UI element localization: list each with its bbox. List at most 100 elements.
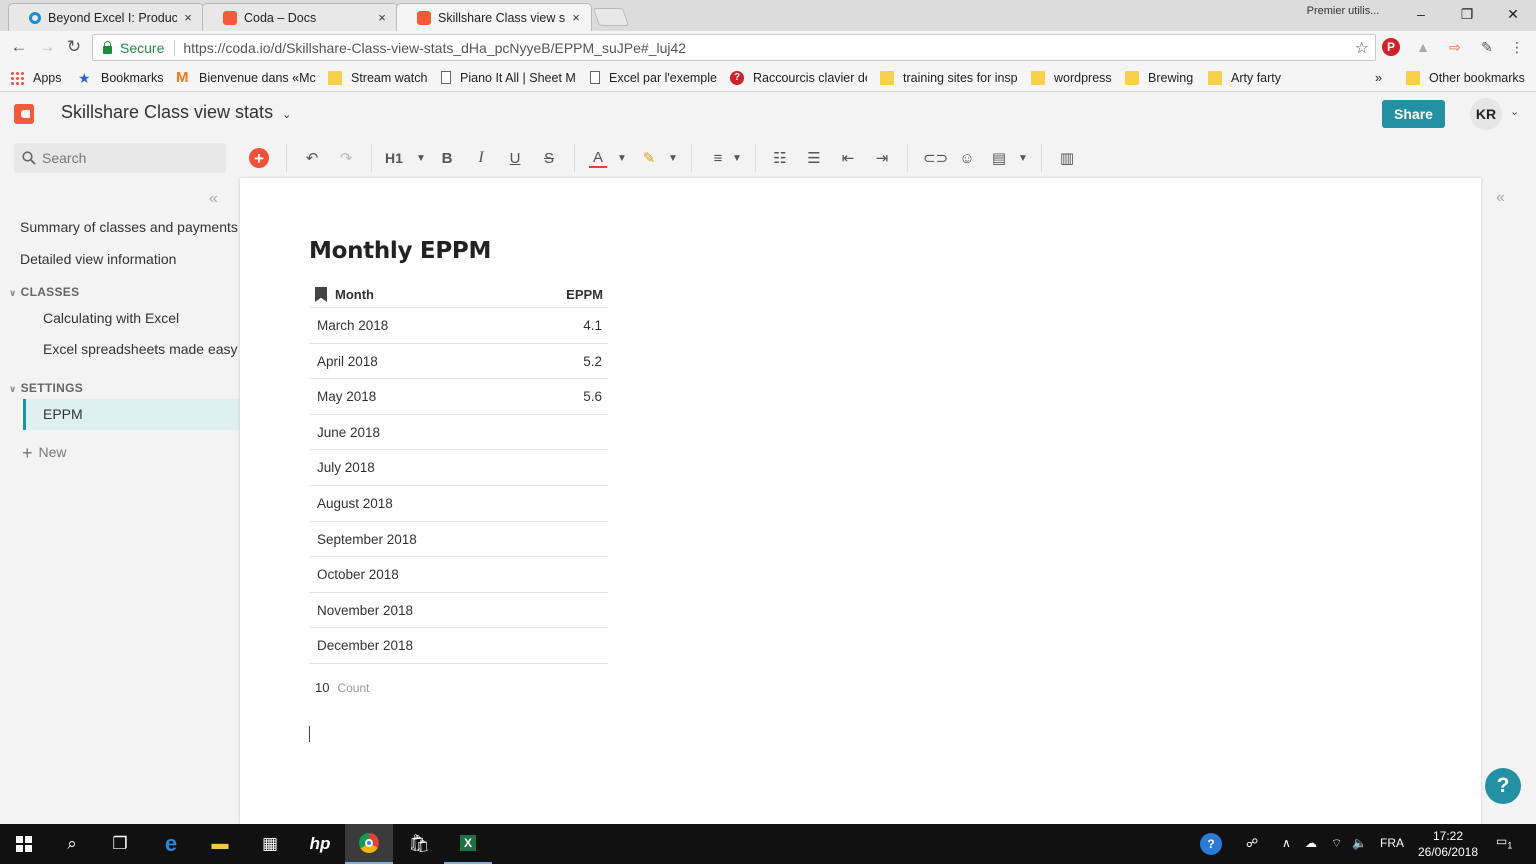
cell-eppm[interactable]: 5.6	[583, 389, 602, 404]
cell-month[interactable]: April 2018	[317, 354, 378, 369]
doc-title[interactable]: Skillshare Class view stats ⌄	[61, 102, 291, 123]
table-row[interactable]: October 2018	[309, 557, 608, 593]
bookmark-training-sites[interactable]: training sites for insp	[880, 69, 1018, 86]
comment-icon[interactable]: ▤	[990, 148, 1008, 168]
people-icon[interactable]: ☍	[1246, 836, 1258, 850]
evernote-icon[interactable]: ✎	[1478, 38, 1496, 56]
indent-icon[interactable]: ⇥	[873, 148, 891, 168]
calculator-icon[interactable]: ▦	[246, 824, 294, 864]
table-row[interactable]: May 2018 5.6	[309, 379, 608, 415]
redo-icon[interactable]: ↷	[337, 148, 355, 168]
bookmark-apps[interactable]: Apps	[10, 69, 62, 86]
avatar[interactable]: KR	[1470, 98, 1502, 130]
onedrive-icon[interactable]: ☁	[1305, 836, 1317, 850]
bookmark-excel-exemple[interactable]: Excel par l'exemple	[590, 69, 717, 86]
cell-month[interactable]: June 2018	[317, 425, 380, 440]
bookmark-icon[interactable]	[315, 287, 327, 302]
wifi-icon[interactable]: ⌔	[1331, 836, 1342, 851]
coda-logo-icon[interactable]	[14, 104, 34, 124]
bookmark-raccourcis[interactable]: ? Raccourcis clavier de	[730, 69, 867, 86]
bookmarks-overflow-chevron[interactable]: »	[1375, 69, 1382, 86]
windows-start-icon[interactable]	[0, 824, 48, 864]
search-icon[interactable]: ⌕	[48, 824, 96, 864]
chevron-down-icon[interactable]: ⌄	[1510, 105, 1519, 118]
browser-tab-coda-docs[interactable]: Coda – Docs ×	[202, 3, 398, 31]
collapse-right-panel-icon[interactable]: «	[1496, 189, 1505, 207]
bookmark-stream-watch[interactable]: Stream watch	[328, 69, 427, 86]
new-section-button[interactable]: + New	[22, 443, 67, 464]
bookmark-bienvenue[interactable]: M Bienvenue dans «Mc	[176, 69, 316, 86]
underline-icon[interactable]: U	[506, 148, 524, 168]
profile-label[interactable]: Premier utilis...	[1296, 5, 1390, 21]
extension-arrow-icon[interactable]: ⇨	[1446, 38, 1464, 56]
address-bar[interactable]: Secure https://coda.io/d/Skillshare-Clas…	[92, 34, 1376, 61]
bookmark-piano[interactable]: Piano It All | Sheet M	[441, 69, 576, 86]
bookmark-arty-farty[interactable]: Arty farty	[1208, 69, 1281, 86]
table-row[interactable]: December 2018	[309, 628, 608, 664]
cell-eppm[interactable]: 4.1	[583, 318, 602, 333]
notifications-icon[interactable]: ▭1	[1496, 834, 1512, 850]
tab-close-icon[interactable]: ×	[181, 10, 195, 25]
page-title[interactable]: Monthly EPPM	[309, 238, 491, 264]
url-text[interactable]: https://coda.io/d/Skillshare-Class-view-…	[183, 40, 686, 56]
undo-icon[interactable]: ↶	[303, 148, 321, 168]
emoji-icon[interactable]: ☺	[958, 148, 976, 168]
store-icon[interactable]: 🛍	[395, 824, 443, 864]
help-button[interactable]: ?	[1485, 768, 1521, 804]
cell-month[interactable]: December 2018	[317, 638, 413, 653]
chevron-up-icon[interactable]: ∧	[1282, 836, 1291, 850]
chrome-menu-icon[interactable]: ⋮	[1508, 38, 1526, 56]
outdent-icon[interactable]: ⇤	[839, 148, 857, 168]
table-row[interactable]: November 2018	[309, 593, 608, 629]
heading-button[interactable]: H1	[385, 148, 403, 168]
close-window-button[interactable]: ✕	[1490, 0, 1536, 28]
chevron-down-icon[interactable]: ▼	[664, 148, 682, 168]
cell-month[interactable]: October 2018	[317, 567, 399, 582]
table-footer[interactable]: 10 Count	[315, 680, 370, 695]
cell-month[interactable]: March 2018	[317, 318, 388, 333]
chevron-down-icon[interactable]: ▼	[613, 148, 631, 168]
highlight-icon[interactable]: ✎	[640, 148, 658, 168]
excel-icon[interactable]: X	[444, 824, 492, 864]
tab-close-icon[interactable]: ×	[569, 10, 583, 25]
cell-month[interactable]: September 2018	[317, 532, 417, 547]
language-indicator[interactable]: FRA	[1380, 836, 1404, 850]
forward-arrow-icon[interactable]: →	[36, 37, 58, 57]
new-tab-button[interactable]	[592, 8, 630, 26]
sidebar-item-spreadsheets-easy[interactable]: Excel spreadsheets made easy	[43, 341, 238, 357]
chevron-down-icon[interactable]: ▼	[412, 148, 430, 168]
edge-icon[interactable]: e	[147, 824, 195, 864]
doc-canvas[interactable]: Monthly EPPM Month EPPM March 2018 4.1 Ap…	[240, 178, 1481, 824]
table-row[interactable]: June 2018	[309, 415, 608, 451]
clock[interactable]: 17:22 26/06/2018	[1410, 828, 1486, 860]
table-row[interactable]: April 2018 5.2	[309, 344, 608, 380]
numbered-list-icon[interactable]: ☰	[805, 148, 823, 168]
text-color-icon[interactable]: A	[589, 148, 607, 168]
link-icon[interactable]: ⊂⊃	[923, 148, 948, 168]
sidebar-item-detailed-view[interactable]: Detailed view information	[20, 251, 176, 267]
help-tray-icon[interactable]: ?	[1200, 833, 1222, 855]
section-header-settings[interactable]: ∨ SETTINGS	[9, 381, 83, 395]
sidebar-item-calculating-excel[interactable]: Calculating with Excel	[43, 310, 179, 326]
chevron-down-icon[interactable]: ▼	[1014, 148, 1032, 168]
align-left-icon[interactable]: ≡	[709, 148, 727, 168]
map-icon[interactable]: ▥	[1058, 148, 1076, 168]
strikethrough-icon[interactable]: S	[540, 148, 558, 168]
bookmark-brewing[interactable]: Brewing	[1125, 69, 1193, 86]
section-header-classes[interactable]: ∨ CLASSES	[9, 285, 79, 299]
column-header-eppm[interactable]: EPPM	[566, 287, 603, 302]
bookmark-bookmarks[interactable]: ★ Bookmarks	[78, 69, 164, 86]
maximize-button[interactable]: ❐	[1444, 0, 1490, 28]
cell-month[interactable]: August 2018	[317, 496, 393, 511]
pinterest-icon[interactable]: P	[1382, 38, 1400, 56]
sidebar-item-eppm[interactable]: EPPM	[23, 399, 240, 430]
chrome-icon[interactable]	[345, 824, 393, 864]
bulleted-list-icon[interactable]: ☷	[771, 148, 789, 168]
table-row[interactable]: July 2018	[309, 450, 608, 486]
hp-icon[interactable]: hp	[296, 824, 344, 864]
collapse-sidebar-icon[interactable]: «	[209, 190, 218, 208]
italic-icon[interactable]: I	[472, 148, 490, 168]
minimize-button[interactable]: –	[1398, 0, 1444, 28]
cell-month[interactable]: November 2018	[317, 603, 413, 618]
table-row[interactable]: September 2018	[309, 522, 608, 558]
